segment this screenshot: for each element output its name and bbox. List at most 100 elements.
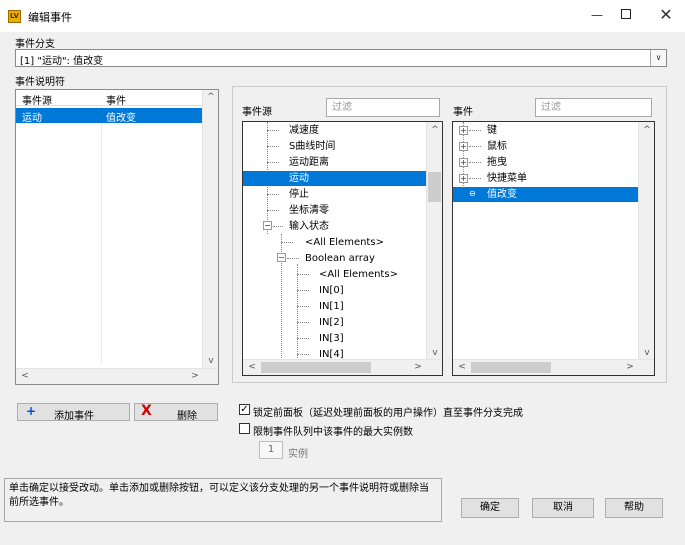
- tree-item[interactable]: Boolean array: [305, 251, 375, 266]
- minimize-button[interactable]: —: [583, 4, 611, 26]
- event-sources-label: 事件源: [242, 107, 272, 118]
- add-event-label: 添加事件: [54, 411, 94, 422]
- ok-button[interactable]: 确定: [461, 498, 519, 518]
- help-button[interactable]: 帮助: [605, 498, 663, 518]
- scroll-up-icon[interactable]: ^: [640, 125, 654, 135]
- scroll-up-icon[interactable]: ^: [204, 92, 218, 102]
- tree-item[interactable]: IN[3]: [319, 331, 344, 346]
- scroll-left-icon[interactable]: <: [245, 362, 259, 372]
- tree-guide: [297, 264, 298, 364]
- horizontal-scrollbar[interactable]: < >: [16, 368, 218, 384]
- event-descriptors-label: 事件说明符: [15, 77, 65, 88]
- horizontal-scrollbar[interactable]: < >: [453, 359, 654, 375]
- tree-branch: [267, 146, 279, 147]
- column-divider: [101, 106, 102, 364]
- scroll-right-icon[interactable]: >: [188, 371, 202, 381]
- tree-item[interactable]: 运动距离: [289, 155, 329, 170]
- bullet-icon: ⊖: [469, 189, 476, 198]
- add-event-button[interactable]: + 添加事件: [17, 403, 130, 422]
- vertical-scrollbar[interactable]: ^ v: [638, 122, 654, 360]
- vertical-scrollbar[interactable]: ^ v: [426, 122, 442, 360]
- events-tree[interactable]: + 键 + 鼠标 + 拖曳 + 快捷菜单 值改变 ⊖ ^ v < >: [452, 121, 655, 376]
- tree-branch: [469, 162, 481, 163]
- tree-branch: [297, 306, 309, 307]
- event-branch-label: 事件分支: [15, 39, 55, 50]
- limit-queue-label[interactable]: 限制事件队列中该事件的最大实例数: [253, 423, 413, 438]
- expand-icon[interactable]: +: [459, 142, 468, 151]
- scrollbar-thumb[interactable]: [261, 362, 371, 373]
- tree-branch: [297, 354, 309, 355]
- tree-item[interactable]: 减速度: [289, 123, 319, 138]
- instances-label: 实例: [288, 449, 308, 460]
- delete-x-icon: X: [141, 403, 152, 419]
- tree-branch: [281, 242, 293, 243]
- help-description-text: 单击确定以接受改动。单击添加或删除按钮，可以定义该分支处理的另一个事件说明符或删…: [4, 478, 442, 522]
- maximize-icon: [621, 9, 631, 19]
- tree-branch: [297, 274, 309, 275]
- scrollbar-thumb[interactable]: [471, 362, 551, 373]
- scroll-right-icon[interactable]: >: [411, 362, 425, 372]
- scroll-right-icon[interactable]: >: [623, 362, 637, 372]
- horizontal-scrollbar[interactable]: < >: [243, 359, 442, 375]
- list-item[interactable]: 运动 值改变: [16, 108, 203, 124]
- tree-branch: [297, 290, 309, 291]
- tree-branch: [297, 322, 309, 323]
- scroll-left-icon[interactable]: <: [455, 362, 469, 372]
- labview-app-icon: LV: [8, 10, 21, 23]
- instances-count-input[interactable]: 1: [259, 441, 283, 459]
- event-branch-value: [1] "运动": 值改变: [20, 56, 104, 67]
- chevron-down-icon[interactable]: ∨: [650, 50, 666, 66]
- tree-item[interactable]: 坐标清零: [289, 203, 329, 218]
- tree-branch: [267, 130, 279, 131]
- collapse-icon[interactable]: −: [277, 253, 286, 262]
- scroll-down-icon[interactable]: v: [428, 348, 442, 358]
- tree-item[interactable]: IN[0]: [319, 283, 344, 298]
- tree-item[interactable]: IN[1]: [319, 299, 344, 314]
- tree-item[interactable]: 鼠标: [487, 139, 507, 154]
- tree-item-selected[interactable]: 运动: [243, 171, 428, 186]
- scroll-up-icon[interactable]: ^: [428, 125, 442, 135]
- tree-item[interactable]: IN[2]: [319, 315, 344, 330]
- tree-item[interactable]: 输入状态: [289, 219, 329, 234]
- tree-item[interactable]: 键: [487, 123, 497, 138]
- tree-branch: [273, 226, 283, 227]
- scroll-down-icon[interactable]: v: [204, 356, 218, 366]
- delete-event-button[interactable]: X 删除: [134, 403, 218, 422]
- event-branch-select[interactable]: [1] "运动": 值改变 ∨: [15, 49, 667, 67]
- column-header-event[interactable]: 事件: [106, 92, 126, 107]
- events-label: 事件: [453, 107, 473, 118]
- event-sources-tree[interactable]: 减速度 S曲线时间 运动距离 运动 停止 坐标清零 − 输入状态 <All El…: [242, 121, 443, 376]
- tree-item[interactable]: 快捷菜单: [487, 171, 527, 186]
- expand-icon[interactable]: +: [459, 158, 468, 167]
- tree-item[interactable]: 停止: [289, 187, 309, 202]
- tree-item[interactable]: <All Elements>: [319, 267, 398, 282]
- row-source: 运动: [22, 113, 42, 124]
- events-filter-input[interactable]: 过滤: [535, 98, 652, 117]
- list-header: 事件源 事件: [16, 90, 203, 107]
- tree-item[interactable]: S曲线时间: [289, 139, 335, 154]
- vertical-scrollbar[interactable]: ^ v: [202, 90, 218, 368]
- tree-item[interactable]: <All Elements>: [305, 235, 384, 250]
- close-button[interactable]: ✕: [652, 4, 680, 26]
- row-event: 值改变: [106, 113, 136, 124]
- sources-filter-input[interactable]: 过滤: [326, 98, 440, 117]
- expand-icon[interactable]: +: [459, 174, 468, 183]
- tree-branch: [469, 130, 481, 131]
- tree-branch: [469, 146, 481, 147]
- event-descriptor-list[interactable]: 事件源 事件 运动 值改变 ^ v < >: [15, 89, 219, 385]
- column-header-source[interactable]: 事件源: [22, 92, 52, 107]
- collapse-icon[interactable]: −: [263, 221, 272, 230]
- lock-panel-label[interactable]: 锁定前面板（延迟处理前面板的用户操作）直至事件分支完成: [253, 404, 523, 419]
- limit-queue-checkbox[interactable]: [239, 423, 250, 434]
- tree-branch: [267, 194, 279, 195]
- window-title: 编辑事件: [28, 11, 72, 24]
- scroll-down-icon[interactable]: v: [640, 348, 654, 358]
- scroll-left-icon[interactable]: <: [18, 371, 32, 381]
- maximize-button[interactable]: [612, 4, 640, 26]
- plus-icon: +: [26, 404, 37, 418]
- scrollbar-thumb[interactable]: [428, 172, 441, 202]
- cancel-button[interactable]: 取消: [532, 498, 594, 518]
- tree-item[interactable]: 拖曳: [487, 155, 507, 170]
- lock-panel-checkbox[interactable]: ✓: [239, 404, 250, 415]
- expand-icon[interactable]: +: [459, 126, 468, 135]
